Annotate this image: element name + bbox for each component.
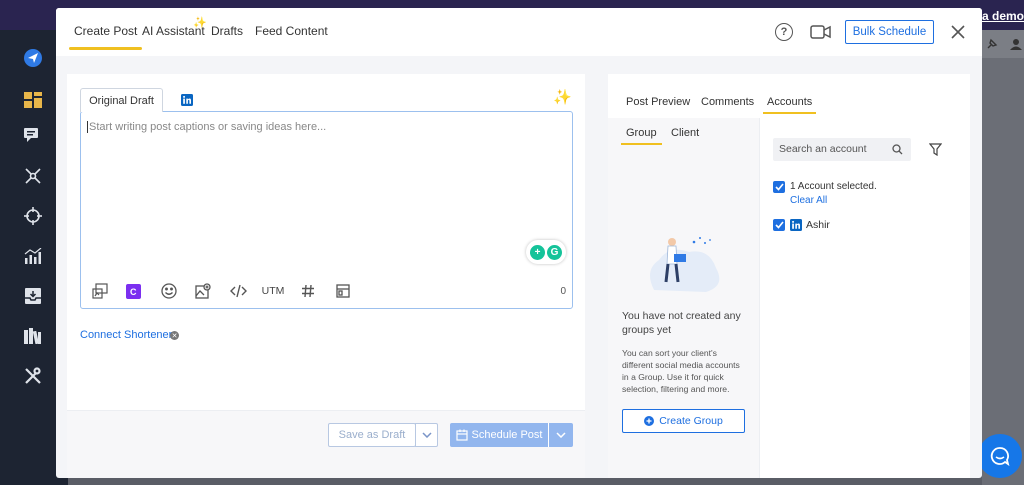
canva-icon[interactable]: C [125, 282, 141, 300]
linkedin-icon [790, 219, 802, 231]
tab-feed-content[interactable]: Feed Content [255, 24, 328, 38]
video-icon[interactable] [810, 24, 832, 40]
tab-post-preview[interactable]: Post Preview [626, 96, 690, 108]
schedule-post-dropdown[interactable] [548, 423, 573, 447]
bulk-schedule-button[interactable]: Bulk Schedule [845, 20, 934, 44]
plus-circle-icon [644, 416, 655, 426]
character-count: 0 [560, 286, 566, 297]
checkmark-icon [774, 221, 784, 229]
modal-header: Create Post AI Assistant ✨ Drafts Feed C… [56, 8, 982, 56]
media-upload-icon[interactable] [91, 282, 109, 300]
network-icon[interactable] [22, 165, 44, 187]
close-icon[interactable] [950, 24, 966, 40]
filter-icon[interactable] [929, 143, 942, 156]
empty-groups-title: You have not created any groups yet [622, 310, 741, 336]
remove-shortener-icon[interactable]: ✕ [170, 331, 179, 340]
tab-create-post[interactable]: Create Post [68, 24, 143, 50]
tab-comments[interactable]: Comments [701, 96, 754, 108]
emoji-icon[interactable] [160, 282, 178, 300]
sparkle-icon: ✨ [193, 17, 207, 29]
app-background-right [982, 30, 1024, 485]
user-icon[interactable] [1010, 38, 1022, 50]
app-toolbar-strip [982, 30, 1024, 58]
tab-client[interactable]: Client [671, 127, 699, 139]
image-gallery-icon[interactable] [194, 282, 212, 300]
create-group-label: Create Group [659, 415, 723, 427]
original-draft-tab[interactable]: Original Draft [80, 88, 163, 112]
grammarly-icon: G [547, 244, 562, 260]
post-caption-editor[interactable]: Start writing post captions or saving id… [80, 111, 573, 309]
chevron-down-icon [421, 432, 432, 438]
search-icon[interactable] [892, 144, 903, 155]
create-post-modal: Create Post AI Assistant ✨ Drafts Feed C… [56, 8, 982, 478]
tab-accounts[interactable]: Accounts [762, 96, 817, 114]
calendar-icon [455, 429, 468, 441]
schedule-post-label: Schedule Post [471, 429, 543, 441]
grammarly-suggest-icon: + [530, 244, 545, 260]
send-icon[interactable] [22, 47, 44, 69]
grammarly-widget[interactable]: + G [526, 240, 566, 264]
checkmark-icon [774, 183, 784, 191]
help-icon[interactable]: ? [775, 23, 793, 41]
empty-groups-description: You can sort your client's different soc… [622, 348, 740, 394]
chat-icon [990, 447, 1010, 466]
ai-sparkle-icon[interactable]: ✨ [553, 88, 572, 106]
library-icon[interactable] [22, 325, 44, 347]
svg-text:C: C [130, 287, 137, 297]
empty-groups-illustration [650, 237, 720, 292]
group-column: Group Client You have not created any gr… [608, 118, 760, 478]
save-draft-button[interactable]: Save as Draft [328, 423, 416, 447]
clear-all-link[interactable]: Clear All [790, 195, 827, 206]
create-group-button[interactable]: Create Group [622, 409, 745, 433]
pin-icon[interactable] [986, 38, 998, 50]
schedule-post-button[interactable]: Schedule Post [450, 423, 548, 447]
account-name[interactable]: Ashir [806, 219, 830, 231]
inbox-icon[interactable] [22, 285, 44, 307]
hashtag-icon[interactable] [300, 282, 316, 300]
select-all-checkbox[interactable] [773, 181, 785, 193]
account-checkbox[interactable] [773, 219, 785, 231]
preview-panel: Post Preview Comments Accounts Group Cli… [608, 74, 970, 478]
linkedin-icon[interactable] [181, 94, 193, 106]
composer-panel: Original Draft ✨ Start writing post capt… [67, 74, 585, 478]
connect-shortener-link[interactable]: Connect Shortener [80, 329, 172, 341]
tab-group[interactable]: Group [621, 127, 662, 145]
accounts-selected-count: 1 Account selected. [790, 181, 877, 192]
dashboard-icon[interactable] [22, 89, 44, 111]
analytics-icon[interactable] [22, 245, 44, 267]
target-icon[interactable] [22, 205, 44, 227]
comments-icon[interactable] [22, 125, 44, 147]
tab-drafts[interactable]: Drafts [211, 24, 243, 38]
account-search-input[interactable]: Search an account [773, 138, 911, 161]
utm-button[interactable]: UTM [261, 282, 285, 300]
tools-icon[interactable] [22, 365, 44, 387]
code-icon[interactable] [229, 282, 247, 300]
saved-captions-icon[interactable] [335, 282, 351, 300]
utm-label: UTM [261, 285, 285, 297]
save-draft-dropdown[interactable] [415, 423, 438, 447]
chevron-down-icon [556, 432, 566, 438]
editor-placeholder: Start writing post captions or saving id… [87, 121, 327, 133]
chat-support-button[interactable] [978, 434, 1022, 478]
